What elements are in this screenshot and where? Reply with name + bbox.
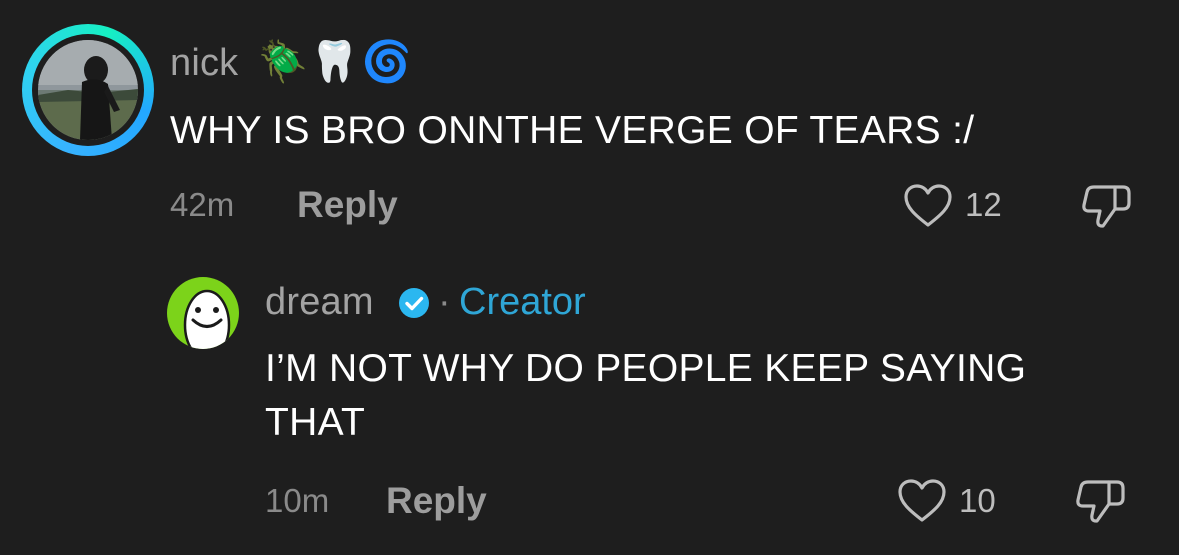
like-count: 12 [965,186,1002,223]
tooth-icon: 🦷 [309,40,360,84]
avatar-photo-image [38,40,138,140]
comment-text-line: I’M NOT WHY DO PEOPLE KEEP SAYING [265,347,1027,390]
comment-username[interactable]: dream [265,281,374,324]
spiral-icon: 🌀 [361,40,412,84]
dislike-button[interactable] [1075,477,1127,525]
separator-dot: · [438,281,451,323]
creator-label: Creator [459,281,586,323]
comment-timestamp: 42m [170,186,235,223]
comment-text: WHY IS BRO ONNTHE VERGE OF TEARS :/ [170,109,975,152]
verified-check-icon [399,288,429,318]
reply-button[interactable]: Reply [297,184,398,226]
reply-button[interactable]: Reply [386,480,487,522]
comment-timestamp: 10m [265,482,330,519]
like-count: 10 [959,482,996,519]
thumbs-down-icon [1082,185,1131,228]
avatar[interactable] [38,40,138,140]
comment-text: I’M NOT WHY DO PEOPLE KEEP SAYING THAT [265,342,1026,450]
avatar-story-ring[interactable] [22,24,154,156]
thumbs-down-icon [1076,480,1125,523]
avatar-ring-gap [32,34,144,146]
comment-text-line: THAT [265,401,366,444]
heart-icon [904,184,952,227]
avatar[interactable] [167,277,239,349]
smiley-mask-icon [183,289,231,349]
username-emojis: 🪲 🦷 🌀 [258,38,411,86]
comment-username[interactable]: nick [170,42,238,85]
like-button[interactable] [903,183,953,229]
beetle-icon: 🪲 [258,40,308,84]
verified-badge [397,286,431,320]
like-button[interactable] [897,478,947,524]
dislike-button[interactable] [1081,182,1133,230]
heart-icon [898,479,946,522]
